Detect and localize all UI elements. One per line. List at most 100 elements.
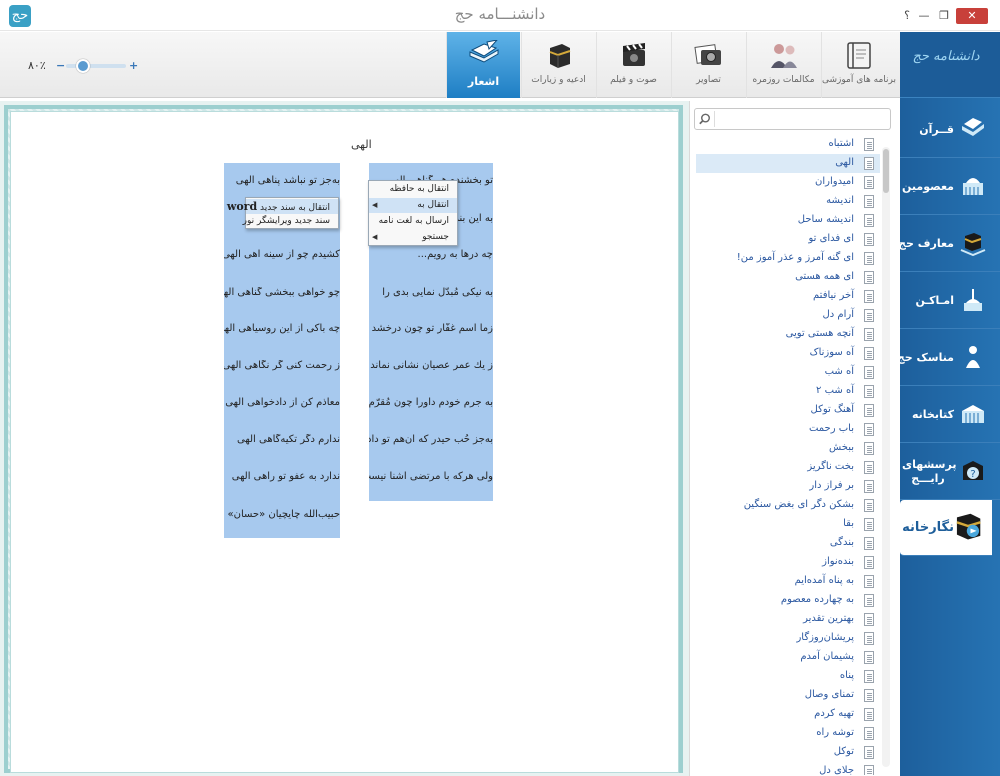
list-scroll-thumb[interactable] [883,149,889,193]
document-page[interactable]: الهی تو بخشنده هر گناهی الهی به این بنده… [10,111,679,773]
list-item-label: بخت ناگریز [807,461,854,472]
list-item[interactable]: بقا [696,515,880,534]
list-item[interactable]: باب رحمت [696,420,880,439]
menu-item-send-to-dictionary[interactable]: ارسال به لغت نامه [369,214,457,229]
menu-item-transfer-to[interactable]: انتقال به ◀ [369,198,457,213]
list-item[interactable]: آرام دل [696,306,880,325]
sidebar-item-faq[interactable]: پرسشهای رایـــج ? [900,444,1000,500]
list-item-label: بهترین تقدیر [803,613,854,624]
document-icon [864,670,874,683]
tab-dialogs[interactable]: مکالمات روزمره [746,32,820,98]
document-icon [864,518,874,531]
list-item[interactable]: اشتباه [696,135,880,154]
menu-item-label: انتقال به سند جدید [260,203,330,213]
sidebar-item-amaken[interactable]: امـاكـن [900,273,1000,329]
list-item[interactable]: بخت ناگریز [696,458,880,477]
document-icon [864,423,874,436]
document-icon [864,271,874,284]
zoom-slider-track[interactable] [66,64,126,68]
list-item[interactable]: بهترین تقدیر [696,610,880,629]
list-item[interactable]: آه سوزناک [696,344,880,363]
sidebar-item-label: امـاكـن [915,294,954,307]
book-quill-icon [469,40,498,63]
list-item-label: تمنای وصال [804,689,854,700]
list-item[interactable]: اندیشه ساحل [696,211,880,230]
list-item[interactable]: ای فدای تو [696,230,880,249]
list-item[interactable]: توشه راه [696,724,880,743]
list-item[interactable]: امیدواران [696,173,880,192]
document-icon [864,613,874,626]
minimize-button[interactable]: — [916,8,932,24]
list-item[interactable]: پریشان‌روزگار [696,629,880,648]
list-item-label: آرام دل [822,309,854,320]
list-item[interactable]: آخر نیافتم [696,287,880,306]
menu-item-copy-to-clipboard[interactable]: انتقال به حافظه [369,182,457,197]
tab-media[interactable]: صوت و فیلم [596,32,670,98]
main-sidebar: دانشنامه حج قــرآن معصومین معارف حج امـا… [897,32,1000,776]
sidebar-item-quran[interactable]: قــرآن [900,102,1000,158]
list-item[interactable]: به چهارده معصوم [696,591,880,610]
list-item[interactable]: آنچه هستی تویی [696,325,880,344]
list-item[interactable]: بندگی [696,534,880,553]
list-item[interactable]: بر فراز دار [696,477,880,496]
document-icon [864,214,874,227]
list-item[interactable]: پناه [696,667,880,686]
list-item[interactable]: بنده‌نواز [696,553,880,572]
search-box[interactable] [694,108,891,130]
tab-poems[interactable]: اشعار [446,32,520,98]
list-item[interactable]: تهیه کردم [696,705,880,724]
list-item[interactable]: ای گنه آمرز و عذر آموز من! [696,249,880,268]
list-item-label: الهی [835,157,854,168]
zoom-out-button[interactable]: − [56,59,65,72]
list-item[interactable]: به پناه آمده‌ایم [696,572,880,591]
submenu-arrow-icon: ◀ [372,233,378,241]
sidebar-item-library[interactable]: کتابخانه [900,387,1000,443]
sidebar-item-masumin[interactable]: معصومین [900,159,1000,215]
sidebar-item-manasek[interactable]: مناسک حج [897,330,1000,386]
tab-images[interactable]: تصاویر [671,32,745,98]
sidebar-item-gallery[interactable]: نگارخانه [900,500,992,556]
menu-item-new-noor-editor-document[interactable]: سند جدید ویرایشگر نور [243,214,338,229]
list-item-label: بقا [843,518,854,529]
list-scrollbar[interactable] [882,147,890,767]
list-item[interactable]: ببخش [696,439,880,458]
list-item[interactable]: آهنگ توکل [696,401,880,420]
close-button[interactable]: ✕ [956,8,988,24]
list-item-label: اشتباه [828,138,854,149]
list-item[interactable]: آه شب ۲ [696,382,880,401]
list-item[interactable]: بشکن دگر ای بغض سنگین [696,496,880,515]
document-icon [864,651,874,664]
tab-tutorial[interactable]: برنامه های آموزشی [821,32,896,98]
zoom-slider-thumb[interactable] [76,59,90,73]
list-item-label: جلای دل [819,765,854,775]
question-icon: ? [963,461,983,480]
document-icon [864,138,874,151]
zoom-level-label: ۸۰٪ [28,59,46,72]
list-item[interactable]: آه شب [696,363,880,382]
document-icon [864,746,874,759]
menu-item-label: انتقال به [417,200,449,210]
list-item-label: بندگی [829,537,854,548]
list-item[interactable]: اندیشه [696,192,880,211]
list-item[interactable]: توکل [696,743,880,762]
verse-line: کشیدم چو از سینه آهی الهی [224,249,340,260]
list-item[interactable]: ای همه هستی [696,268,880,287]
maximize-button[interactable]: ❐ [936,8,952,24]
help-button[interactable]: ؟ [900,8,914,24]
list-item[interactable]: الهی [696,154,880,173]
document-icon [864,347,874,360]
sidebar-item-maaref[interactable]: معارف حج [898,216,1000,272]
zoom-control: ۸۰٪ − + [28,59,138,73]
tab-prayers[interactable]: ادعیه و زیارات [521,32,595,98]
search-input[interactable] [719,111,887,127]
kaaba-icon [549,44,570,68]
list-item[interactable]: پشیمان آمدم [696,648,880,667]
menu-item-search[interactable]: جستجو ◀ [369,230,457,245]
search-icon[interactable] [697,111,715,127]
list-item[interactable]: جلای دل [696,762,880,775]
zoom-in-button[interactable]: + [129,59,138,72]
menu-item-new-word-document[interactable]: انتقال به سند جدید word [227,199,338,214]
list-item-label: باب رحمت [808,423,854,434]
list-item[interactable]: تمنای وصال [696,686,880,705]
list-item-label: پشیمان آمدم [800,651,854,662]
